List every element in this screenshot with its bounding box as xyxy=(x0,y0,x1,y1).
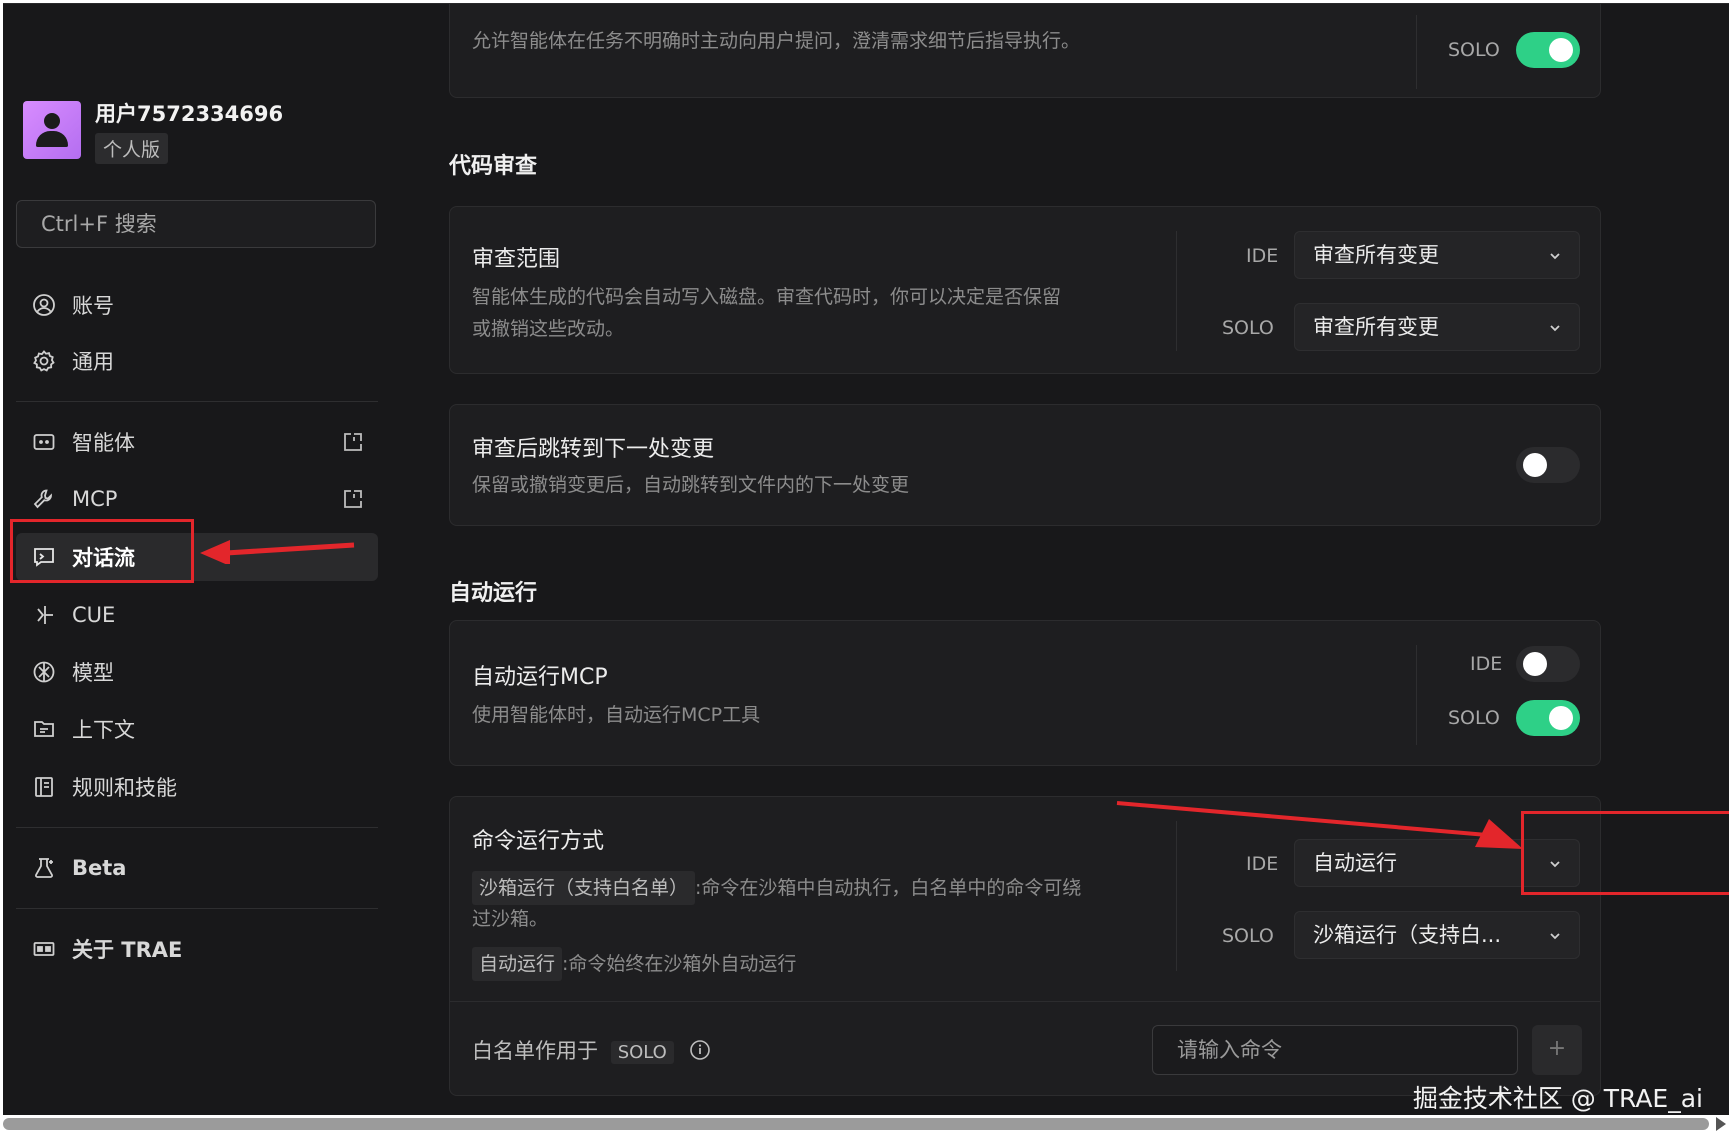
search-input[interactable]: Ctrl+F 搜索 xyxy=(16,200,376,248)
sidebar-item-context[interactable]: 上下文 xyxy=(16,705,378,753)
card-desc: 沙箱运行（支持白名单）:命令在沙箱中自动执行，白名单中的命令可绕 xyxy=(472,871,1172,905)
solo-command-select[interactable]: 沙箱运行（支持白... xyxy=(1294,911,1580,959)
add-command-button[interactable]: + xyxy=(1532,1025,1582,1075)
divider xyxy=(16,401,378,402)
sidebar-item-general[interactable]: 通用 xyxy=(16,337,378,385)
card-title: 命令运行方式 xyxy=(472,829,605,854)
sidebar-item-beta[interactable]: Beta xyxy=(16,844,378,892)
jump-next-card: 审查后跳转到下一处变更 保留或撤销变更后，自动跳转到文件内的下一处变更 xyxy=(449,404,1601,526)
user-profile: 用户7572334696 个人版 xyxy=(23,101,283,164)
section-title-review: 代码审查 xyxy=(449,154,538,179)
ask-user-card: 允许智能体在任务不明确时主动向用户提问，澄清需求细节后指导执行。 SOLO xyxy=(449,4,1601,98)
divider xyxy=(16,827,378,828)
sidebar-item-label: 上下文 xyxy=(72,718,135,742)
ide-mcp-toggle[interactable] xyxy=(1516,646,1580,682)
sidebar-item-label: 规则和技能 xyxy=(72,776,177,800)
card-desc: 过沙箱。 xyxy=(472,908,549,930)
agent-icon xyxy=(32,430,56,454)
divider xyxy=(450,1001,1600,1002)
external-link-icon[interactable] xyxy=(342,431,364,453)
highlight-box xyxy=(10,519,194,583)
about-icon xyxy=(32,937,56,961)
sandbox-desc: :命令在沙箱中自动执行，白名单中的命令可绕 xyxy=(695,877,1082,899)
wrench-icon xyxy=(32,487,56,511)
sidebar-item-model[interactable]: 模型 xyxy=(16,648,378,696)
account-icon xyxy=(32,293,56,317)
sidebar-item-label: 通用 xyxy=(72,350,114,374)
sidebar-item-agent[interactable]: 智能体 xyxy=(16,418,378,466)
gear-icon xyxy=(32,349,56,373)
solo-label: SOLO xyxy=(1222,925,1274,947)
section-title-autorun: 自动运行 xyxy=(449,581,538,606)
sidebar: 用户7572334696 个人版 Ctrl+F 搜索 账号 通用 智能体 MCP… xyxy=(3,4,393,1115)
solo-label: SOLO xyxy=(1448,707,1500,729)
sidebar-item-label: 关于 TRAE xyxy=(72,938,183,962)
autorun-tag: 自动运行 xyxy=(472,947,563,981)
card-desc: 自动运行:命令始终在沙箱外自动运行 xyxy=(472,947,796,981)
cue-icon xyxy=(32,603,56,627)
ide-label: IDE xyxy=(1246,245,1279,267)
sidebar-item-label: Beta xyxy=(72,856,127,880)
jump-next-toggle[interactable] xyxy=(1516,447,1580,483)
card-desc: 智能体生成的代码会自动写入磁盘。审查代码时，你可以决定是否保留 xyxy=(472,286,1062,308)
info-icon[interactable] xyxy=(689,1039,711,1061)
sidebar-item-rules[interactable]: 规则和技能 xyxy=(16,763,378,811)
select-value: 沙箱运行（支持白... xyxy=(1313,923,1502,947)
sidebar-item-label: 模型 xyxy=(72,661,114,685)
autorun-desc: :命令始终在沙箱外自动运行 xyxy=(562,953,797,975)
chevron-down-icon xyxy=(1550,933,1560,940)
ide-label: IDE xyxy=(1470,653,1503,675)
model-icon xyxy=(32,660,56,684)
card-title: 审查范围 xyxy=(472,247,561,272)
sidebar-item-label: 智能体 xyxy=(72,431,135,455)
highlight-box xyxy=(1521,811,1729,895)
sidebar-item-label: CUE xyxy=(72,603,116,627)
username: 用户7572334696 xyxy=(95,102,284,126)
sidebar-item-label: 账号 xyxy=(72,294,114,318)
scroll-right-arrow-icon[interactable] xyxy=(1716,1117,1726,1131)
whitelist-command-input[interactable]: 请输入命令 xyxy=(1152,1025,1518,1075)
chevron-down-icon xyxy=(1550,325,1560,332)
beta-flask-icon xyxy=(32,856,56,880)
select-value: 审查所有变更 xyxy=(1313,243,1439,267)
card-title: 自动运行MCP xyxy=(472,665,608,690)
sidebar-item-mcp[interactable]: MCP xyxy=(16,475,378,523)
sidebar-item-label: MCP xyxy=(72,487,118,511)
sidebar-item-about[interactable]: 关于 TRAE xyxy=(16,925,378,973)
whitelist-row: 白名单作用于 SOLO xyxy=(472,1035,711,1065)
horizontal-scrollbar[interactable] xyxy=(0,1115,1732,1139)
solo-label: SOLO xyxy=(1222,317,1274,339)
card-desc: 允许智能体在任务不明确时主动向用户提问，澄清需求细节后指导执行。 xyxy=(472,30,1081,52)
annotation-arrow xyxy=(200,540,355,564)
card-desc: 保留或撤销变更后，自动跳转到文件内的下一处变更 xyxy=(472,474,910,496)
sidebar-item-account[interactable]: 账号 xyxy=(16,281,378,329)
avatar xyxy=(23,101,81,159)
ide-review-select[interactable]: 审查所有变更 xyxy=(1294,231,1580,279)
autorun-mcp-card: 自动运行MCP 使用智能体时，自动运行MCP工具 IDE SOLO xyxy=(449,620,1601,766)
select-value: 审查所有变更 xyxy=(1313,315,1439,339)
rules-icon xyxy=(32,775,56,799)
divider xyxy=(16,908,378,909)
plan-badge: 个人版 xyxy=(95,133,169,164)
card-title: 审查后跳转到下一处变更 xyxy=(472,437,715,462)
whitelist-label: 白名单作用于 xyxy=(472,1039,598,1063)
sandbox-tag: 沙箱运行（支持白名单） xyxy=(472,871,696,905)
solo-label: SOLO xyxy=(1448,39,1500,61)
card-desc: 或撤销这些改动。 xyxy=(472,318,625,340)
settings-window: 用户7572334696 个人版 Ctrl+F 搜索 账号 通用 智能体 MCP… xyxy=(3,3,1729,1115)
solo-toggle[interactable] xyxy=(1516,32,1580,68)
card-desc: 使用智能体时，自动运行MCP工具 xyxy=(472,704,761,726)
context-icon xyxy=(32,717,56,741)
external-link-icon[interactable] xyxy=(342,488,364,510)
chevron-down-icon xyxy=(1550,253,1560,260)
solo-review-select[interactable]: 审查所有变更 xyxy=(1294,303,1580,351)
sidebar-item-cue[interactable]: CUE xyxy=(16,591,378,639)
whitelist-solo-tag: SOLO xyxy=(610,1041,674,1064)
annotation-arrow xyxy=(1116,801,1523,849)
scroll-thumb[interactable] xyxy=(3,1118,1709,1130)
settings-content: 允许智能体在任务不明确时主动向用户提问，澄清需求细节后指导执行。 SOLO 代码… xyxy=(393,4,1729,1115)
watermark: 掘金技术社区 @ TRAE_ai xyxy=(1412,1084,1703,1113)
review-scope-card: 审查范围 智能体生成的代码会自动写入磁盘。审查代码时，你可以决定是否保留 或撤销… xyxy=(449,206,1601,374)
solo-mcp-toggle[interactable] xyxy=(1516,700,1580,736)
